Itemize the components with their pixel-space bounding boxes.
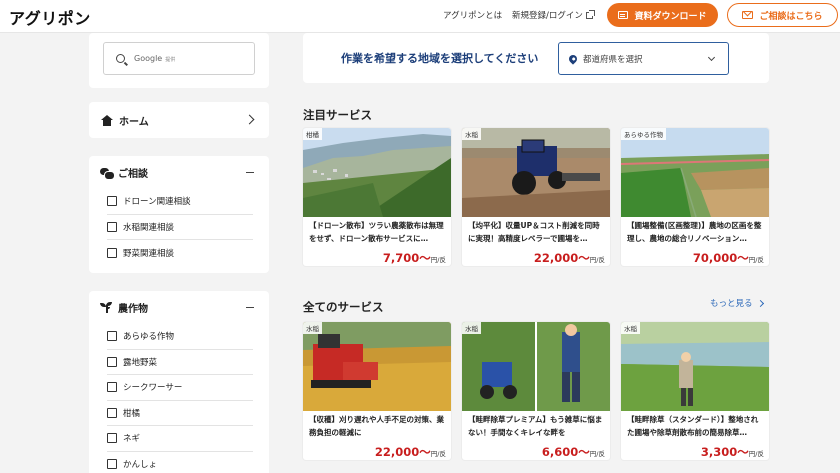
category-tag: あらゆる作物 [621, 128, 666, 140]
consult-button[interactable]: ご相談はこちら [727, 3, 838, 27]
filter-option[interactable]: シークワーサー [107, 375, 253, 401]
service-price: 22,000〜円/反 [374, 445, 446, 459]
sidebar-home-label: ホーム [119, 116, 149, 128]
checkbox[interactable] [107, 407, 117, 418]
chat-icon [100, 167, 115, 180]
service-card[interactable]: 水稲 【畦畔除草プレミアム】もう雑草に悩まない！手間なくキレイな畔を 6,600… [462, 322, 610, 460]
consult-button-label: ご相談はこちら [759, 11, 823, 22]
external-link-icon [585, 9, 595, 19]
service-image: 柑橘 [303, 128, 451, 217]
service-image: 水稲 [621, 322, 769, 411]
service-image: あらゆる作物 [621, 128, 769, 217]
filter-option-label: ネギ [123, 434, 141, 445]
checkbox[interactable] [107, 459, 117, 470]
checkbox[interactable] [107, 433, 117, 444]
filter-option-label: ドローン関連相談 [123, 197, 191, 208]
search-panel: Google 提供 [89, 33, 269, 88]
filter-option[interactable]: 露地野菜 [107, 350, 253, 375]
service-title: 【収穫】刈り遅れや人手不足の対策、業務負担の軽減に [309, 415, 444, 437]
chevron-right-icon [756, 299, 764, 307]
download-button[interactable]: 資料ダウンロード [607, 3, 718, 27]
filter-option[interactable]: 野菜関連相談 [107, 240, 253, 266]
nav-login-link[interactable]: 新規登録/ログイン [512, 9, 595, 21]
more-link-label: もっと見る [710, 299, 753, 309]
consult-group-title: ご相談 [118, 169, 148, 180]
service-title: 【圃場整備(区画整理)】農地の区画を整理し、農地の総合リノベーション… [627, 221, 762, 243]
filter-option[interactable]: 水稲関連相談 [107, 215, 253, 240]
filter-option[interactable]: かんしょ [107, 452, 253, 473]
consult-filter-group: ご相談 ドローン関連相談 水稲関連相談 野菜関連相談 [89, 156, 269, 273]
checkbox[interactable] [107, 196, 117, 207]
category-tag: 柑橘 [303, 128, 322, 140]
checkbox[interactable] [107, 331, 117, 342]
service-card[interactable]: 水稲 【畦畔除草（スタンダード）】整地された圃場や除草剤散布前の簡易除草… 3,… [621, 322, 769, 460]
service-title: 【均平化】収量UP＆コスト削減を同時に実現！高精度レベラーで圃場を… [468, 221, 600, 243]
service-title: 【畦畔除草プレミアム】もう雑草に悩まない！手間なくキレイな畔を [468, 415, 603, 437]
service-title: 【畦畔除草（スタンダード）】整地された圃場や除草剤散布前の簡易除草… [627, 415, 759, 437]
prefecture-select-value: 都道府県を選択 [583, 54, 643, 65]
service-card[interactable]: 柑橘 【ドローン散布】ツラい農薬散布は無理をせず、ドローン散布サービスに… 7,… [303, 128, 451, 266]
category-tag: 水稲 [303, 322, 322, 334]
filter-option[interactable]: ネギ [107, 426, 253, 452]
sidebar-item-home[interactable]: ホーム [89, 102, 269, 138]
filter-option[interactable]: あらゆる作物 [107, 324, 253, 350]
region-selector-panel: 作業を希望する地域を選択してください 都道府県を選択 [303, 33, 769, 83]
filter-option-label: 露地野菜 [123, 357, 158, 368]
filter-option-label: 柑橘 [123, 408, 141, 419]
crops-group-header[interactable]: 農作物 [89, 291, 269, 324]
service-image: 水稲 [303, 322, 451, 411]
category-tag: 水稲 [621, 322, 640, 334]
filter-option-label: かんしょ [123, 460, 158, 471]
filter-option[interactable]: ドローン関連相談 [107, 189, 253, 215]
filter-option-label: 水稲関連相談 [123, 222, 175, 233]
collapse-icon[interactable] [246, 172, 254, 174]
more-link[interactable]: もっと見る [710, 297, 764, 309]
chevron-right-icon [244, 114, 255, 125]
region-prompt: 作業を希望する地域を選択してください [341, 52, 539, 65]
service-price: 22,000〜円/反 [533, 251, 605, 265]
service-card[interactable]: 水稲 【均平化】収量UP＆コスト削減を同時に実現！高精度レベラーで圃場を… 22… [462, 128, 610, 266]
nav-about-link[interactable]: アグリポンとは [443, 9, 502, 21]
service-card[interactable]: あらゆる作物 【圃場整備(区画整理)】農地の区画を整理し、農地の総合リノベーショ… [621, 128, 769, 266]
site-logo[interactable]: アグリポン [9, 5, 91, 29]
service-price: 70,000〜円/反 [692, 251, 764, 265]
sprout-icon [100, 302, 113, 313]
all-services-section-title: 全てのサービス [303, 300, 384, 314]
checkbox[interactable] [107, 247, 117, 258]
collapse-icon[interactable] [246, 307, 254, 309]
search-placeholder: Google 提供 [134, 54, 176, 63]
prefecture-select[interactable]: 都道府県を選択 [558, 42, 729, 75]
service-price: 6,600〜円/反 [541, 445, 605, 459]
crops-filter-group: 農作物 あらゆる作物 露地野菜 シークワーサー 柑橘 ネギ かんしょ [89, 291, 269, 473]
filter-option-label: 野菜関連相談 [123, 248, 175, 259]
service-price: 7,700〜円/反 [382, 251, 446, 265]
search-icon [116, 54, 125, 63]
filter-option-label: シークワーサー [123, 383, 183, 394]
service-card[interactable]: 水稲 【収穫】刈り遅れや人手不足の対策、業務負担の軽減に 22,000〜円/反 [303, 322, 451, 460]
document-icon [618, 11, 629, 19]
mail-icon [742, 11, 754, 19]
location-pin-icon [567, 52, 579, 65]
filter-option-label: あらゆる作物 [123, 332, 175, 343]
featured-section-title: 注目サービス [303, 108, 372, 122]
nav-login-label: 新規登録/ログイン [512, 11, 583, 21]
category-tag: 水稲 [462, 322, 481, 334]
download-button-label: 資料ダウンロード [634, 11, 707, 22]
search-input[interactable]: Google 提供 [103, 42, 255, 75]
chevron-down-icon [707, 53, 716, 62]
crops-group-title: 農作物 [118, 304, 148, 315]
checkbox[interactable] [107, 382, 117, 393]
checkbox[interactable] [107, 356, 117, 367]
service-image: 水稲 [462, 322, 610, 411]
home-icon [101, 114, 113, 126]
filter-option[interactable]: 柑橘 [107, 401, 253, 426]
service-image: 水稲 [462, 128, 610, 217]
service-title: 【ドローン散布】ツラい農薬散布は無理をせず、ドローン散布サービスに… [309, 221, 444, 243]
consult-group-header[interactable]: ご相談 [89, 156, 269, 189]
service-price: 3,300〜円/反 [700, 445, 764, 459]
site-header: アグリポン アグリポンとは 新規登録/ログイン 資料ダウンロード ご相談はこちら [0, 0, 840, 33]
checkbox[interactable] [107, 221, 117, 232]
category-tag: 水稲 [462, 128, 481, 140]
